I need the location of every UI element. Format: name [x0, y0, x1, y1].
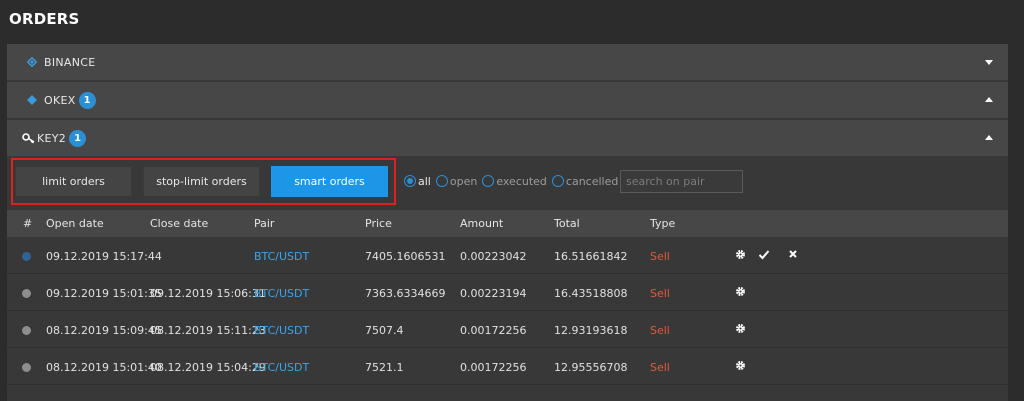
open-date: 09.12.2019 15:01:35 — [46, 287, 162, 300]
account-label: KEY2 — [37, 131, 67, 145]
search-pair-input[interactable] — [620, 170, 743, 193]
close-date: 08.12.2019 15:04:29 — [150, 361, 266, 374]
status-dot-icon — [22, 363, 31, 372]
radio-icon[interactable] — [482, 175, 495, 187]
table-row: 08.12.2019 15:01:40 08.12.2019 15:04:29 … — [7, 349, 1008, 385]
stop-limit-orders-tab[interactable]: stop-limit orders — [143, 166, 260, 197]
amount: 0.00223194 — [460, 287, 527, 300]
okex-logo-icon — [26, 94, 38, 106]
total: 12.93193618 — [554, 324, 628, 337]
count-badge: 1 — [78, 91, 96, 109]
gear-icon[interactable] — [734, 322, 746, 334]
order-type: Sell — [650, 324, 670, 337]
binance-logo-icon — [26, 56, 38, 68]
page-title: ORDERS — [9, 10, 80, 28]
status-filter-group: all open executed cancelled — [404, 173, 623, 189]
check-icon[interactable] — [758, 248, 770, 260]
open-date: 09.12.2019 15:17:44 — [46, 250, 162, 263]
table-row: 08.12.2019 15:09:45 08.12.2019 15:11:23 … — [7, 312, 1008, 348]
close-date: 09.12.2019 15:06:31 — [150, 287, 266, 300]
pair-link[interactable]: BTC/USDT — [254, 287, 309, 300]
account-row-okex[interactable]: OKEX 1 — [7, 82, 1008, 119]
column-header-total[interactable]: Total — [554, 217, 580, 230]
close-date: 08.12.2019 15:11:23 — [150, 324, 266, 337]
pair-link[interactable]: BTC/USDT — [254, 324, 309, 337]
total: 16.43518808 — [554, 287, 628, 300]
order-type: Sell — [650, 361, 670, 374]
amount: 0.00172256 — [460, 361, 527, 374]
total: 12.95556708 — [554, 361, 628, 374]
column-header-open-date[interactable]: Open date — [46, 217, 104, 230]
price: 7521.1 — [365, 361, 404, 374]
price: 7405.1606531 — [365, 250, 446, 263]
filter-open[interactable]: open — [435, 174, 478, 188]
open-date: 08.12.2019 15:09:45 — [46, 324, 162, 337]
column-header-close-date[interactable]: Close date — [150, 217, 208, 230]
gear-icon[interactable] — [734, 248, 746, 260]
filter-all[interactable]: all — [404, 175, 431, 188]
filter-label: open — [449, 174, 478, 188]
column-header-amount[interactable]: Amount — [460, 217, 503, 230]
filter-label: executed — [496, 174, 547, 188]
account-label: OKEX — [44, 93, 76, 107]
status-dot-icon — [22, 326, 31, 335]
orders-table-header: # Open date Close date Pair Price Amount… — [7, 210, 1008, 237]
chevron-up-icon[interactable] — [985, 135, 993, 140]
radio-icon[interactable] — [435, 175, 448, 187]
chevron-up-icon[interactable] — [985, 97, 993, 102]
radio-icon[interactable] — [551, 175, 564, 187]
radio-selected-icon[interactable] — [404, 175, 416, 187]
column-header-type[interactable]: Type — [650, 217, 675, 230]
amount: 0.00172256 — [460, 324, 527, 337]
account-row-binance[interactable]: BINANCE — [7, 44, 1008, 81]
price: 7507.4 — [365, 324, 404, 337]
filter-label: all — [418, 174, 431, 188]
total: 16.51661842 — [554, 250, 628, 263]
limit-orders-tab[interactable]: limit orders — [15, 166, 132, 197]
key-icon — [22, 132, 36, 144]
account-label: BINANCE — [44, 55, 96, 69]
orders-panel: BINANCE OKEX 1 KEY2 1 limit orders stop-… — [7, 44, 1008, 401]
status-dot-icon — [22, 289, 31, 298]
order-toolbar: limit orders stop-limit orders smart ord… — [7, 158, 1008, 210]
column-header-price[interactable]: Price — [365, 217, 392, 230]
price: 7363.6334669 — [365, 287, 446, 300]
gear-icon[interactable] — [734, 285, 746, 297]
column-header-index: # — [23, 217, 33, 230]
gear-icon[interactable] — [734, 359, 746, 371]
column-header-pair[interactable]: Pair — [254, 217, 274, 230]
status-dot-icon — [22, 252, 31, 261]
table-row: 09.12.2019 15:01:35 09.12.2019 15:06:31 … — [7, 275, 1008, 311]
count-badge: 1 — [69, 129, 87, 147]
pair-link[interactable]: BTC/USDT — [254, 361, 309, 374]
smart-orders-tab[interactable]: smart orders — [271, 166, 388, 197]
filter-executed[interactable]: executed — [482, 175, 547, 188]
account-row-key2[interactable]: KEY2 1 — [7, 120, 1008, 157]
order-type: Sell — [650, 287, 670, 300]
open-date: 08.12.2019 15:01:40 — [46, 361, 162, 374]
amount: 0.00223042 — [460, 250, 527, 263]
table-row: 09.12.2019 15:17:44 BTC/USDT 7405.160653… — [7, 238, 1008, 274]
order-type: Sell — [650, 250, 670, 263]
pair-link[interactable]: BTC/USDT — [254, 250, 309, 263]
close-icon[interactable] — [787, 248, 799, 260]
filter-label: cancelled — [565, 174, 619, 188]
chevron-down-icon[interactable] — [985, 60, 993, 65]
filter-cancelled[interactable]: cancelled — [551, 174, 619, 188]
